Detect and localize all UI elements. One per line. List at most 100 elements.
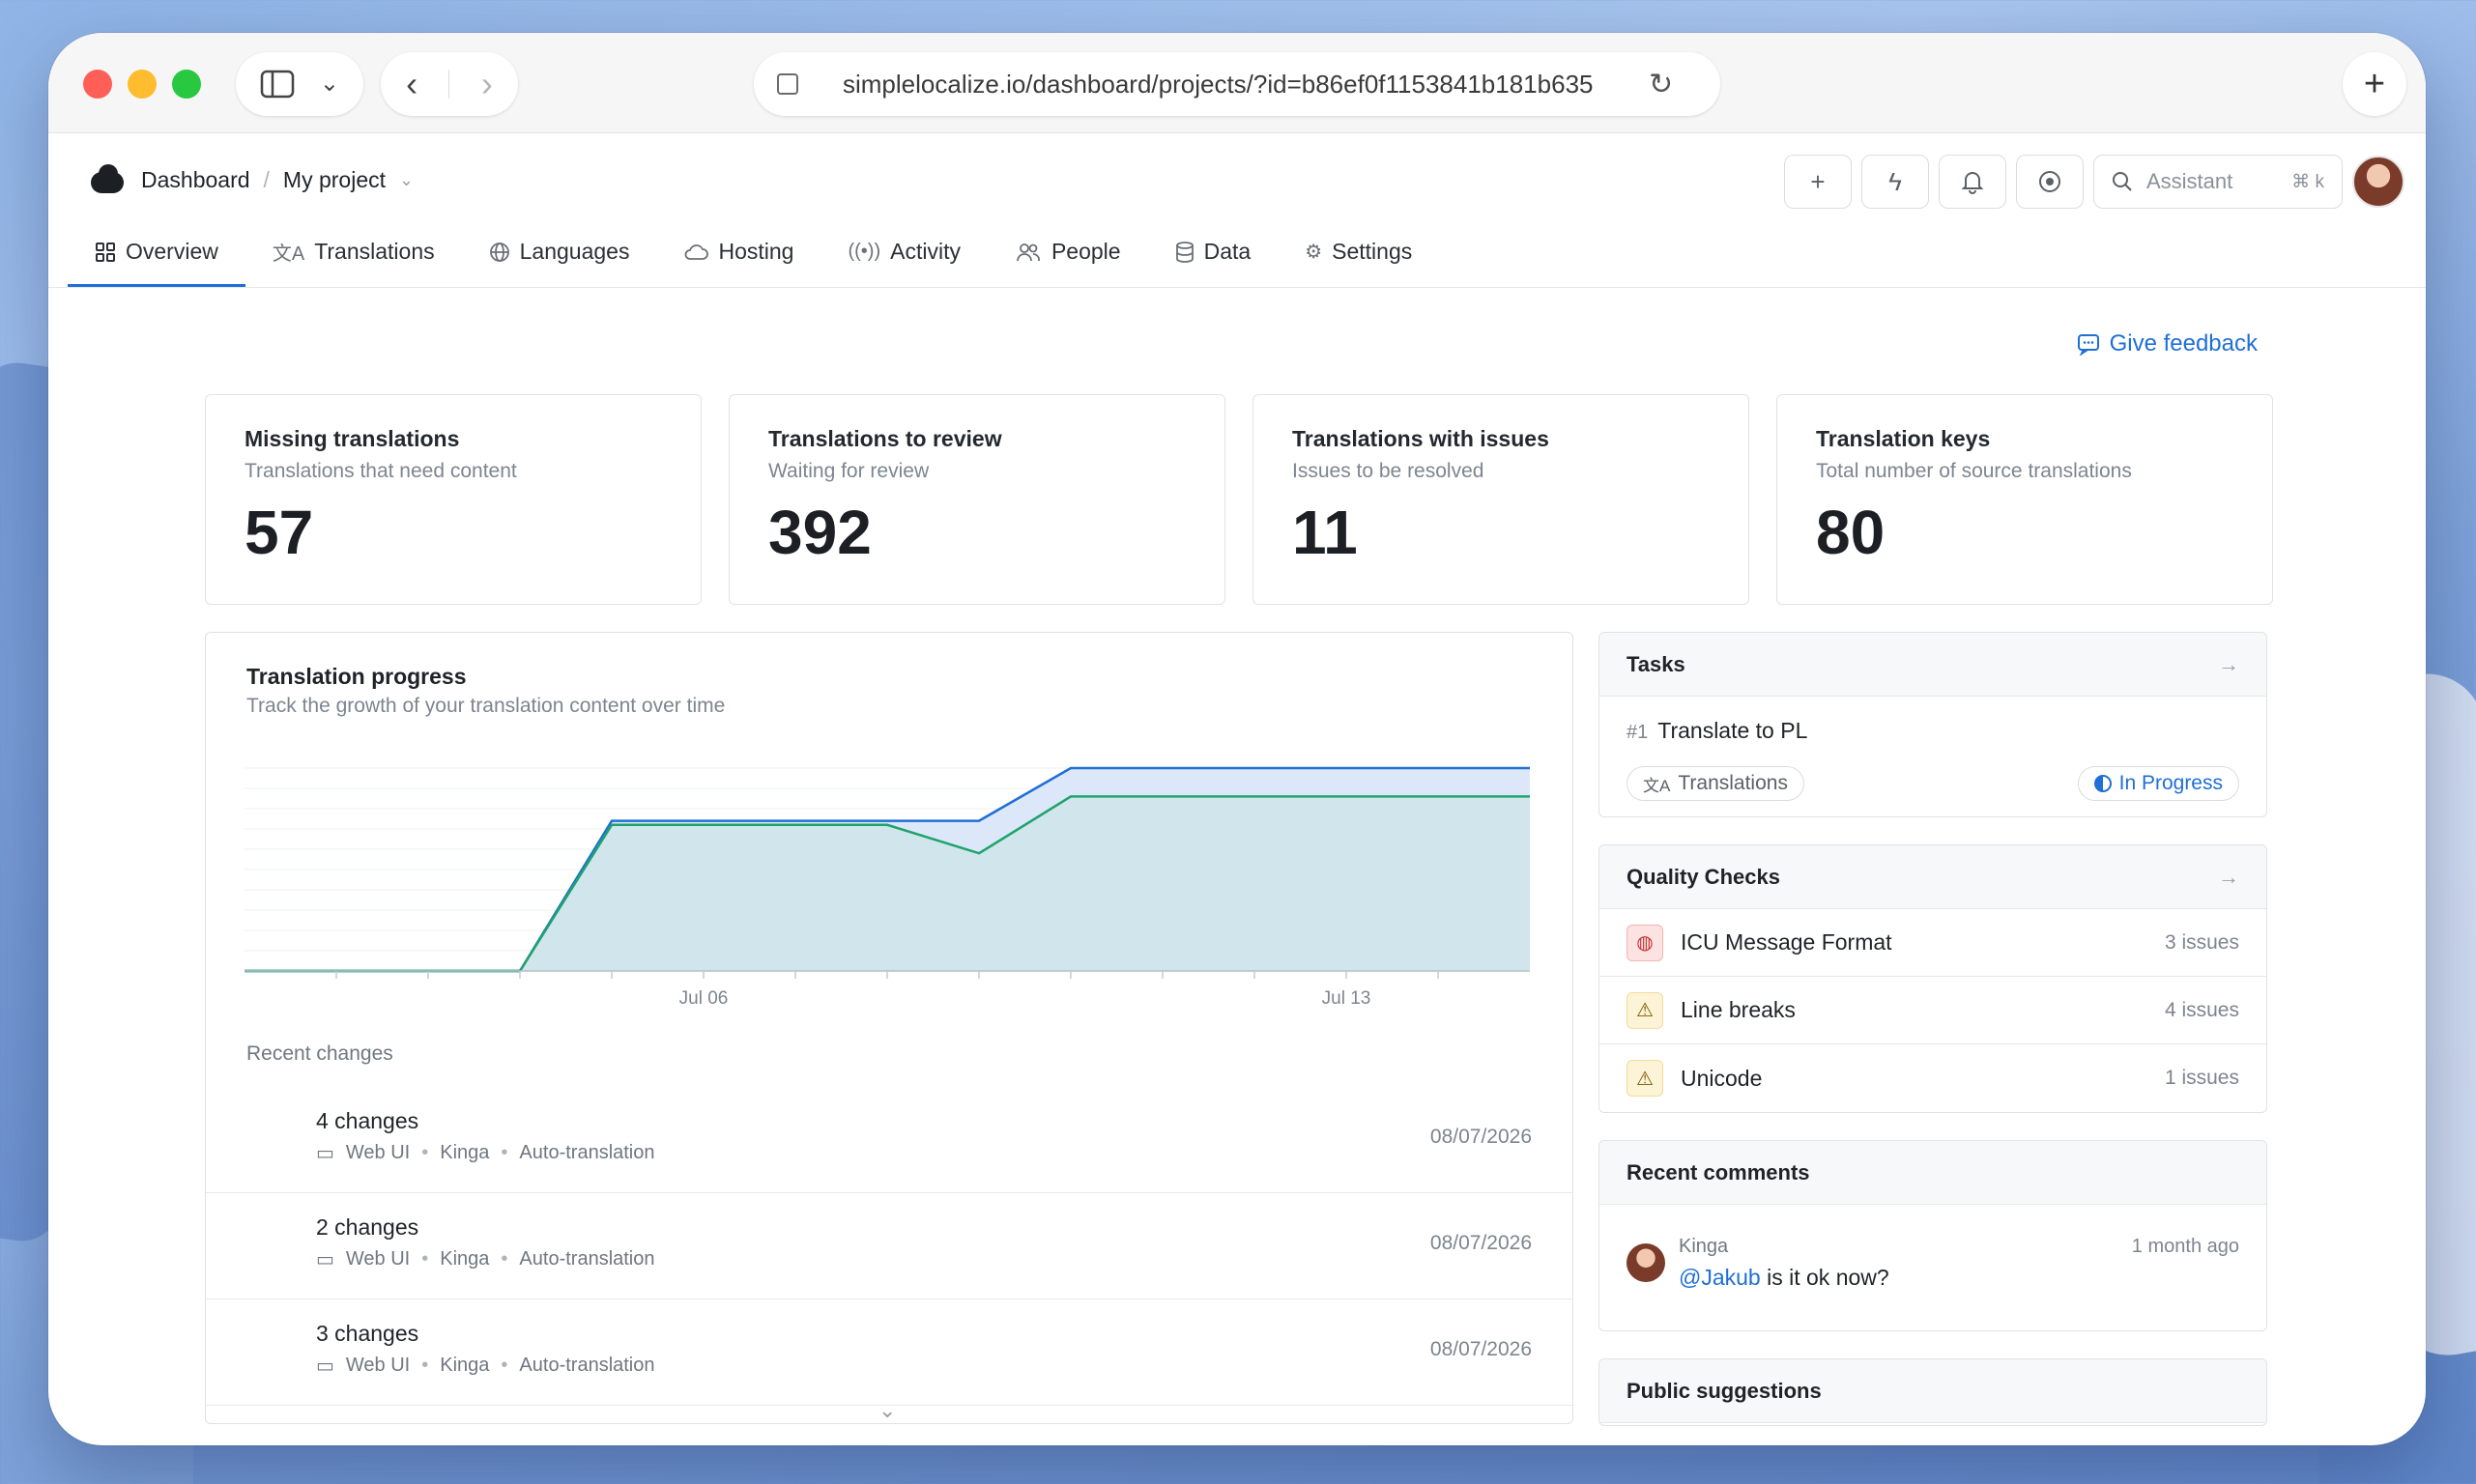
url-text[interactable]: simplelocalize.io/dashboard/projects/?id… xyxy=(843,70,1635,100)
add-button[interactable]: + xyxy=(1784,155,1852,209)
breadcrumb-separator: / xyxy=(263,166,270,192)
forward-button[interactable]: › xyxy=(481,67,493,101)
close-window-button[interactable] xyxy=(83,70,112,99)
quality-check-row[interactable]: ⚠ Line breaks 4 issues xyxy=(1599,977,2266,1044)
tab-label: People xyxy=(1051,239,1121,264)
sidebar-icon[interactable] xyxy=(260,70,295,99)
task-category: Translations xyxy=(1678,772,1788,794)
assistant-search[interactable]: Assistant ⌘ k xyxy=(2093,155,2343,209)
page-icon xyxy=(777,73,798,95)
tab-settings[interactable]: ⚙ Settings xyxy=(1278,219,1439,287)
record-button[interactable] xyxy=(2016,155,2084,209)
tab-activity[interactable]: ((•)) Activity xyxy=(821,219,988,287)
task-line: #1 Translate to PL xyxy=(1627,718,2239,744)
translate-icon: 文A xyxy=(272,243,305,265)
notifications-button[interactable] xyxy=(1939,155,2006,209)
change-row[interactable]: 3 changes ▭ Web UI • Kinga • Auto-transl… xyxy=(206,1299,1572,1406)
tasks-header[interactable]: Tasks → xyxy=(1599,633,2266,697)
stat-title: Missing translations xyxy=(245,426,460,451)
change-date: 08/07/2026 xyxy=(1429,1232,1532,1254)
warning-icon: ⚠ xyxy=(1627,1060,1663,1097)
quality-check-row[interactable]: ⚠ Unicode 1 issues xyxy=(1599,1044,2266,1112)
change-user: Kinga xyxy=(440,1142,490,1163)
project-selector[interactable]: My project xyxy=(283,167,386,193)
change-title: 4 changes xyxy=(316,1108,419,1133)
gear-icon: ⚙ xyxy=(1305,242,1323,263)
feedback-label: Give feedback xyxy=(2109,330,2258,357)
quality-checks-panel: Quality Checks → ◍ ICU Message Format 3 … xyxy=(1598,844,2267,1113)
user-avatar[interactable] xyxy=(2352,156,2404,208)
change-type: Auto-translation xyxy=(519,1355,655,1376)
breadcrumb: Dashboard / My project ⌄ xyxy=(87,164,414,195)
task-status-chip: In Progress xyxy=(2077,766,2239,801)
breadcrumb-dashboard[interactable]: Dashboard xyxy=(141,167,250,193)
automation-button[interactable]: ϟ xyxy=(1861,155,1929,209)
progress-icon xyxy=(2093,775,2112,792)
task-title: Translate to PL xyxy=(1657,718,1808,743)
comments-header: Recent comments xyxy=(1599,1141,2266,1205)
tab-label: Settings xyxy=(1332,239,1413,264)
tab-languages[interactable]: Languages xyxy=(462,219,657,287)
chevron-down-icon[interactable]: ⌄ xyxy=(878,1398,896,1423)
new-tab-button[interactable]: + xyxy=(2343,52,2406,116)
back-button[interactable]: ‹ xyxy=(406,67,417,101)
change-type: Auto-translation xyxy=(519,1142,655,1163)
tab-translations[interactable]: 文A Translations xyxy=(245,219,462,287)
tasks-panel: Tasks → #1 Translate to PL 文A Translation… xyxy=(1598,632,2267,817)
stat-card-review[interactable]: Translations to review Waiting for revie… xyxy=(729,394,1225,605)
tab-overview[interactable]: Overview xyxy=(68,219,245,287)
people-icon xyxy=(1017,243,1040,261)
sidebar-toggle-group: ⌄ xyxy=(236,52,363,116)
recent-comments-panel: Recent comments Kinga 1 month ago @Jakub… xyxy=(1598,1140,2267,1331)
stat-card-missing[interactable]: Missing translations Translations that n… xyxy=(205,394,702,605)
change-source: Web UI xyxy=(345,1248,411,1270)
history-nav: ‹ › xyxy=(381,52,518,116)
quality-check-row[interactable]: ◍ ICU Message Format 3 issues xyxy=(1599,909,2266,977)
database-icon xyxy=(1175,241,1194,263)
reload-icon[interactable]: ↻ xyxy=(1649,68,1673,101)
cloud-icon xyxy=(685,243,709,260)
plus-icon: + xyxy=(1810,166,1826,196)
change-user: Kinga xyxy=(440,1248,490,1270)
quality-check-count: 1 issues xyxy=(2164,1067,2239,1089)
tab-hosting[interactable]: Hosting xyxy=(656,219,821,287)
stat-subtitle: Waiting for review xyxy=(768,460,930,482)
broadcast-icon: ((•)) xyxy=(848,241,881,262)
tab-data[interactable]: Data xyxy=(1148,219,1279,287)
change-title: 2 changes xyxy=(316,1214,419,1240)
stat-value: 80 xyxy=(1816,498,1886,567)
chevron-down-icon[interactable]: ⌄ xyxy=(399,170,414,190)
x-tick-label: Jul 06 xyxy=(679,988,729,1009)
change-title: 3 changes xyxy=(316,1321,419,1346)
quality-check-count: 3 issues xyxy=(2164,930,2239,954)
mention-link[interactable]: @Jakub xyxy=(1679,1265,1761,1290)
assistant-shortcut: ⌘ k xyxy=(2291,171,2324,192)
stat-subtitle: Total number of source translations xyxy=(1816,460,2132,482)
meta-separator: • xyxy=(421,1142,429,1163)
change-row[interactable]: 4 changes ▭ Web UI • Kinga • Auto-transl… xyxy=(206,1087,1572,1193)
logo-icon[interactable] xyxy=(87,164,128,195)
give-feedback-link[interactable]: Give feedback xyxy=(2077,330,2258,357)
comment-item[interactable]: Kinga 1 month ago @Jakub is it ok now? xyxy=(1599,1205,2266,1330)
browser-icon: ▭ xyxy=(316,1249,334,1270)
maximize-window-button[interactable] xyxy=(172,70,201,99)
quality-header[interactable]: Quality Checks → xyxy=(1599,845,2266,909)
chevron-down-icon[interactable]: ⌄ xyxy=(320,72,339,96)
task-item[interactable]: #1 Translate to PL 文A Translations In Pro… xyxy=(1599,697,2266,816)
change-user: Kinga xyxy=(440,1355,490,1376)
quality-check-name: ICU Message Format xyxy=(1681,929,1892,955)
stat-card-issues[interactable]: Translations with issues Issues to be re… xyxy=(1252,394,1749,605)
stat-value: 392 xyxy=(768,498,872,567)
change-meta: ▭ Web UI • Kinga • Auto-translation xyxy=(316,1247,655,1271)
minimize-window-button[interactable] xyxy=(128,70,157,99)
arrow-right-icon[interactable]: → xyxy=(2218,652,2239,677)
address-bar[interactable]: simplelocalize.io/dashboard/projects/?id… xyxy=(754,52,1720,116)
tab-people[interactable]: People xyxy=(988,219,1148,287)
task-number: #1 xyxy=(1627,722,1649,743)
quality-check-name: Line breaks xyxy=(1681,997,1796,1022)
chat-icon xyxy=(2077,334,2099,356)
stat-card-keys[interactable]: Translation keys Total number of source … xyxy=(1776,394,2273,605)
change-row[interactable]: 2 changes ▭ Web UI • Kinga • Auto-transl… xyxy=(206,1193,1572,1299)
arrow-right-icon[interactable]: → xyxy=(2218,865,2239,890)
task-category-chip: 文A Translations xyxy=(1627,766,1804,801)
